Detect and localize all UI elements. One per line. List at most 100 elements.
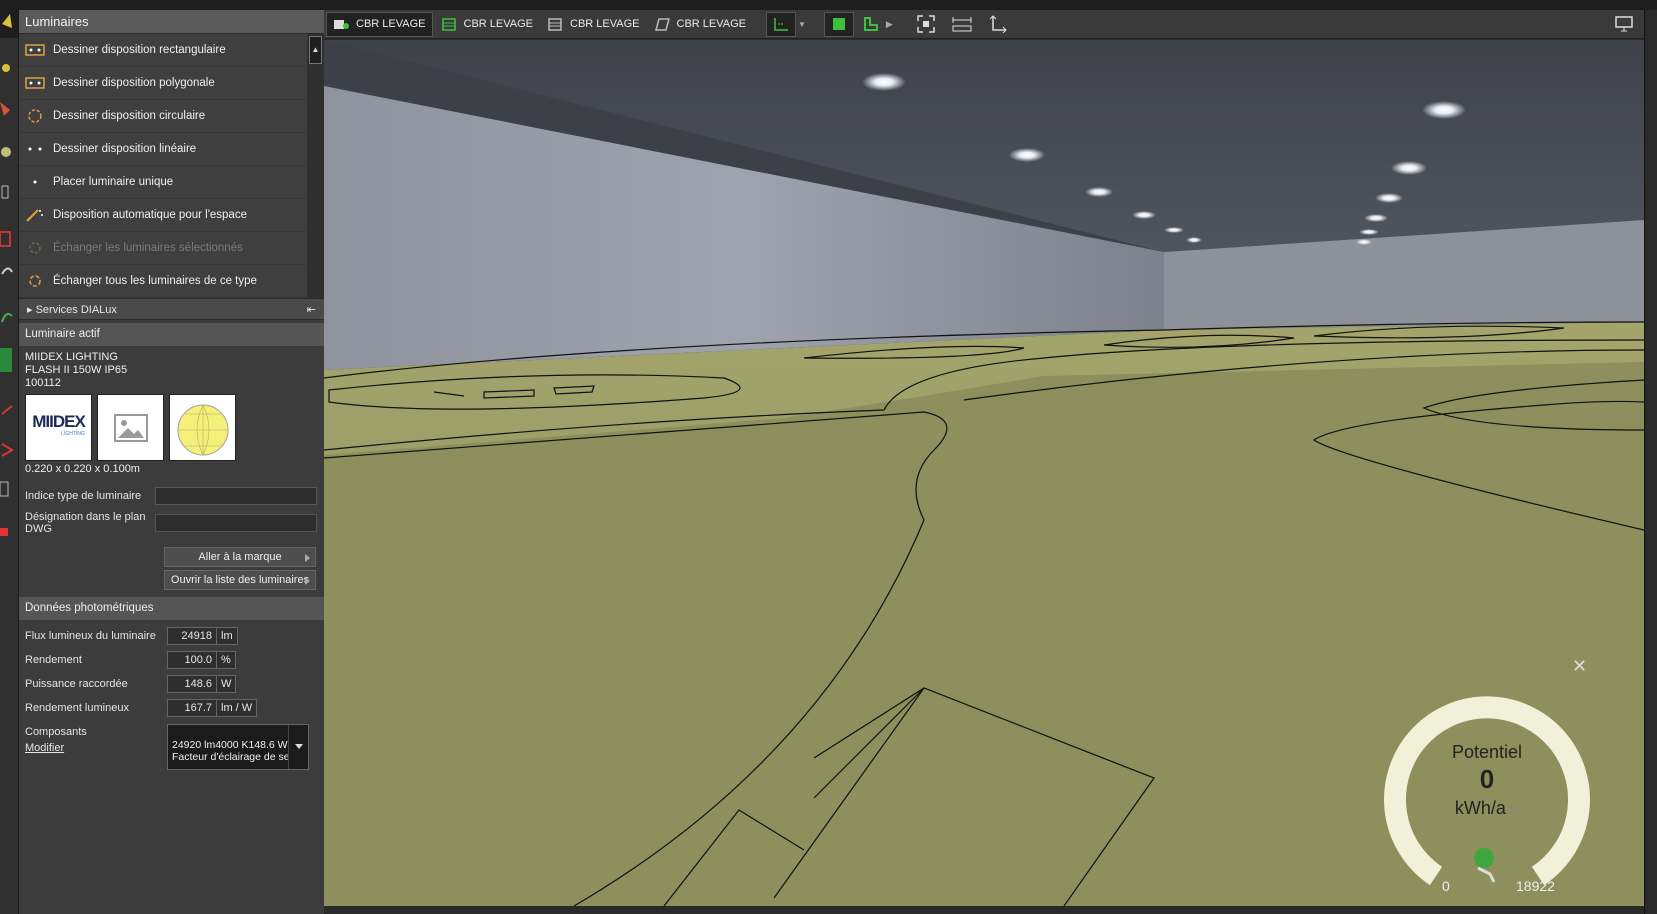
lum-thumbnails: MIIDEX LIGHTING	[25, 394, 318, 461]
axis-view-button[interactable]	[766, 11, 796, 37]
type-index-label: Indice type de luminaire	[25, 490, 142, 502]
tool-page-icon	[0, 481, 9, 497]
dimension-button[interactable]	[983, 12, 1013, 37]
ceiling-lamp	[1132, 211, 1156, 219]
menu-item[interactable]: Dessiner disposition circulaire	[19, 100, 306, 133]
menu-item-label: Dessiner disposition circulaire	[53, 110, 206, 122]
dwg-label: Désignation dans le plan DWG	[25, 511, 146, 535]
open-list-button[interactable]: Ouvrir la liste des luminaires	[164, 570, 316, 590]
top-strip	[0, 0, 1657, 10]
fit-view-button[interactable]	[911, 12, 941, 37]
circle-layout-icon	[25, 109, 45, 123]
swap-selected-icon	[25, 241, 45, 255]
lum-ref: 100112	[25, 377, 61, 389]
menu-scrollbar[interactable]: ▲	[307, 34, 324, 298]
solid-view-button[interactable]	[823, 11, 854, 37]
expand-arrow-icon[interactable]: ▶	[886, 19, 893, 30]
photometric-unit: lm / W	[217, 699, 258, 717]
swap-all-icon	[25, 274, 45, 288]
menu-item[interactable]: Dessiner disposition polygonale	[19, 67, 306, 100]
right-strip	[1644, 10, 1657, 914]
photometric-diagram-icon[interactable]	[169, 394, 236, 461]
menu-item[interactable]: Placer luminaire unique	[19, 166, 306, 199]
poly-layout-icon	[25, 76, 45, 90]
tool-arrow-icon	[1, 443, 14, 457]
type-index-row: Indice type de luminaire	[19, 487, 324, 505]
tool-pen-icon	[0, 102, 10, 116]
ceiling-lamp	[862, 73, 906, 91]
ceiling-lamp	[1364, 214, 1388, 222]
ceiling-lamp	[1391, 161, 1427, 175]
photometric-row: Puissance raccordée 148.6 W	[19, 672, 324, 696]
dropdown-arrow-icon[interactable]: ▼	[798, 20, 806, 29]
lum-dimensions: 0.220 x 0.220 x 0.100m	[25, 463, 140, 475]
menu-item-label: Dessiner disposition linéaire	[53, 143, 197, 155]
brand-logo[interactable]: MIIDEX LIGHTING	[25, 394, 92, 461]
photometric-row: Rendement lumineux 167.7 lm / W	[19, 696, 324, 720]
modify-link[interactable]: Modifier	[25, 742, 64, 754]
scroll-up-button[interactable]: ▲	[309, 36, 322, 64]
tab-view-1[interactable]: CBR LEVAGE	[326, 11, 433, 37]
menu-item[interactable]: Dessiner disposition linéaire	[19, 133, 306, 166]
goto-brand-button[interactable]: Aller à la marque	[164, 547, 316, 567]
components-line2: Facteur d'éclairage de se	[172, 751, 290, 763]
camera-view-icon	[334, 20, 349, 29]
menu-item[interactable]: Échanger tous les luminaires de ce type	[19, 265, 306, 298]
panel-title: Luminaires	[19, 10, 324, 34]
tool-icons	[0, 10, 18, 536]
tool-red-icon	[1, 405, 13, 415]
menu-icon: ≡	[1510, 801, 1520, 817]
monitor-button[interactable]	[1609, 12, 1639, 37]
photometric-value[interactable]: 167.7	[167, 699, 217, 717]
tab-view-2[interactable]: CBR LEVAGE	[435, 12, 540, 37]
left-toolbar	[0, 10, 19, 914]
services-dialux[interactable]: ▸ Services DIALux ⇤	[19, 298, 324, 320]
photometric-value[interactable]: 148.6	[167, 675, 217, 693]
photometric-unit: W	[217, 675, 237, 693]
photometric-value[interactable]: 100.0	[167, 651, 217, 669]
photometric-value[interactable]: 24918	[167, 627, 217, 645]
dwg-input[interactable]	[155, 514, 317, 532]
ceiling-lamp	[1359, 229, 1379, 235]
ceiling-lamp	[1164, 227, 1184, 233]
fit-icon	[917, 15, 935, 33]
close-icon[interactable]: ✕	[1572, 656, 1587, 677]
tool-excel-icon	[0, 348, 12, 372]
menu-item-label: Dessiner disposition rectangulaire	[53, 44, 226, 56]
active-luminaire-header: Luminaire actif	[19, 323, 324, 346]
menu-item-label: Placer luminaire unique	[53, 176, 174, 188]
menu-item[interactable]: Disposition automatique pour l'espace	[19, 199, 306, 232]
services-label: ▸ Services DIALux	[27, 304, 117, 316]
tab-label: CBR LEVAGE	[356, 18, 426, 30]
single-luminaire-icon	[25, 175, 45, 189]
ceiling-lamp	[1186, 237, 1202, 243]
tab-view-3[interactable]: CBR LEVAGE	[541, 12, 646, 37]
tool-hook-icon	[1, 267, 13, 275]
gauge-title: Potentiel	[1451, 742, 1523, 762]
menu-item-label: Échanger tous les luminaires de ce type	[53, 275, 257, 287]
ceiling-lamp	[1375, 193, 1403, 203]
tab-view-4[interactable]: CBR LEVAGE	[648, 12, 753, 37]
tab-label: CBR LEVAGE	[676, 18, 747, 30]
gauge-unit: kWh/a ≡	[1454, 798, 1520, 818]
image-placeholder-icon[interactable]	[97, 394, 164, 461]
photometric-label: Rendement lumineux	[25, 702, 129, 714]
chevron-down-icon[interactable]	[288, 725, 308, 769]
plan-view-icon	[654, 18, 670, 31]
cube-icon	[832, 18, 845, 30]
measure-button[interactable]	[947, 12, 977, 37]
ceiling-lamp	[1009, 148, 1045, 162]
type-index-input[interactable]	[155, 487, 317, 505]
wall-view-button[interactable]	[856, 12, 886, 37]
components-row: Composants Modifier 24920 lm4000 K148.6 …	[19, 724, 324, 770]
menu-item[interactable]: Dessiner disposition rectangulaire	[19, 34, 306, 67]
pin-icon[interactable]: ⇤	[307, 303, 316, 316]
lum-name: FLASH II 150W IP65	[25, 364, 128, 376]
monitor-icon	[1615, 16, 1633, 32]
components-label: Composants	[25, 726, 87, 738]
floor-view-icon	[548, 18, 562, 31]
luminaires-panel: Luminaires Dessiner disposition rectangu…	[19, 10, 324, 914]
tool-rect-icon	[0, 231, 11, 247]
components-select[interactable]: 24920 lm4000 K148.6 W Facteur d'éclairag…	[167, 724, 309, 770]
photometric-header: Données photométriques	[19, 597, 324, 620]
